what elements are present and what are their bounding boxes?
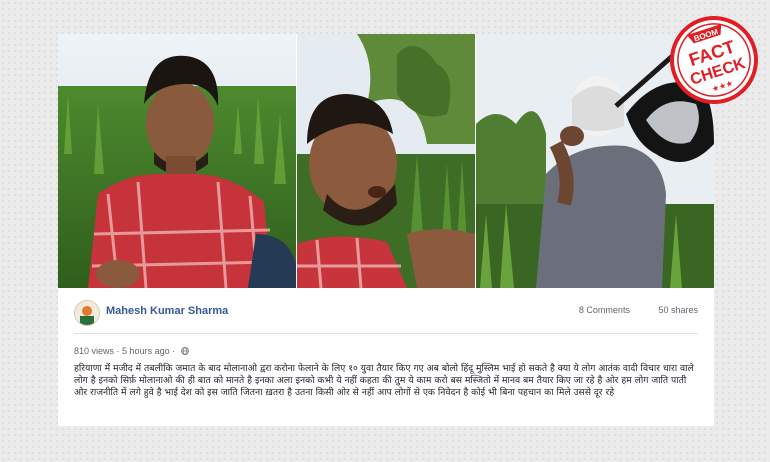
post-photo-collage[interactable] bbox=[58, 34, 714, 288]
post-author-name[interactable]: Mahesh Kumar Sharma bbox=[106, 305, 228, 317]
shares-count[interactable]: 50 shares bbox=[658, 305, 698, 315]
meta-separator: · bbox=[172, 346, 178, 356]
post-engagement: 8 Comments 50 shares bbox=[553, 305, 698, 315]
fact-check-stamp-logo: BOOM FACT CHECK ★★★ bbox=[670, 16, 758, 104]
globe-icon[interactable] bbox=[180, 347, 189, 355]
divider bbox=[74, 333, 698, 334]
avatar[interactable] bbox=[74, 300, 100, 326]
facebook-post-card: Mahesh Kumar Sharma 8 Comments 50 shares… bbox=[58, 34, 714, 426]
post-photo-1[interactable] bbox=[58, 34, 296, 288]
post-timestamp[interactable]: 5 hours ago bbox=[122, 346, 170, 356]
post-meta: 810 views · 5 hours ago · bbox=[74, 346, 189, 356]
post-photo-2[interactable] bbox=[297, 34, 475, 288]
comments-count[interactable]: 8 Comments bbox=[579, 305, 630, 315]
post-header: Mahesh Kumar Sharma 8 Comments 50 shares bbox=[74, 300, 698, 328]
views-count: 810 views bbox=[74, 346, 115, 356]
post-body-text: हरियाणा में मजीद में तबलीकि जमात के बाद … bbox=[74, 363, 694, 398]
